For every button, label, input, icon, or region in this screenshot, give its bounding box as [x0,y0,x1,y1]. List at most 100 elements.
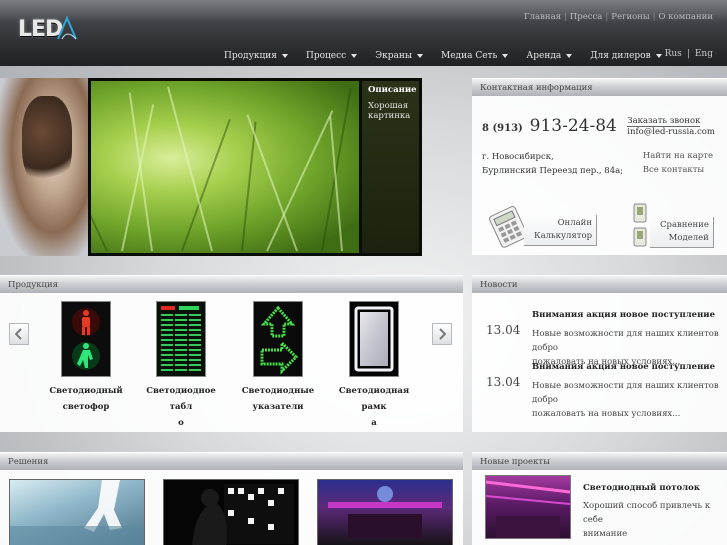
nav-item-media-network[interactable]: Медиа Сеть [441,51,509,61]
product-name-line: светофор [62,402,110,412]
news-title-link[interactable]: Внимания акция новое поступление [532,310,715,320]
nav-label: Для дилеров [590,51,651,61]
hero-caption-title: Описание [368,85,417,95]
address-line: Бурлинский Переезд пер., 84а; [482,166,624,176]
contact-links: Заказать звонок info@led-russia.com [627,116,715,138]
product-card-frame[interactable]: Светодиодная рамк а [331,301,417,431]
nav-item-rent[interactable]: Аренда [526,51,573,61]
contact-panel-title: Контактная информация [480,83,593,93]
logo[interactable]: LED [18,14,78,44]
solution-image-club[interactable] [317,479,453,545]
products-panel: Светодиодный светофор Светодиодное табл … [0,293,463,432]
nav-label: Аренда [526,51,562,61]
divider: | [652,12,656,22]
side-photo [0,78,88,256]
news-date: 13.04 [486,375,521,389]
hero-image [91,81,359,253]
top-link-about[interactable]: О компании [659,12,713,22]
solutions-panel-title: Решения [8,457,49,467]
map-link[interactable]: Найти на карте [643,149,713,163]
language-switcher: Rus | Eng [665,49,713,59]
hero-slider[interactable]: Описание Хорошая картинка [88,78,422,256]
lang-en-link[interactable]: Eng [695,49,713,59]
top-link-regions[interactable]: Регионы [611,12,649,22]
contact-panel: 8 (913) 913-24-84 Заказать звонок info@l… [472,96,727,255]
chevron-down-icon [417,54,424,58]
projects-panel-title: Новые проекты [480,457,550,467]
nav-item-dealers[interactable]: Для дилеров [590,51,662,61]
order-call-link[interactable]: Заказать звонок [627,116,701,127]
hero-caption-text: Хорошая картинка [368,101,411,121]
project-text-line: внимание [583,529,628,539]
logo-swoosh-icon [57,15,78,40]
led-frame-image [349,301,399,377]
all-contacts-link[interactable]: Все контакты [643,163,713,177]
chevron-down-icon [281,54,288,58]
news-panel-title: Новости [480,280,518,290]
divider: | [605,12,609,22]
project-text: Хороший способ привлечь к себе внимание [583,499,727,541]
nav-item-screens[interactable]: Экраны [375,51,424,61]
product-card-signs[interactable]: Светодиодные указатели [235,301,321,415]
calculator-widget[interactable]: Онлайн Калькулятор [486,204,598,248]
traffic-light-image [61,301,111,377]
hero-caption: Описание Хорошая картинка [362,81,419,253]
chevron-right-icon [439,328,446,340]
top-links: Главная | Пресса | Регионы | О компании [524,12,713,22]
compare-label-line: Сравнение [660,220,709,230]
nav-item-products[interactable]: Продукция [224,51,288,61]
chevron-down-icon [502,54,509,58]
phone-code: 8 (913) [482,123,523,134]
project-image-ceiling[interactable] [485,475,571,539]
news-title-link[interactable]: Внимания акция новое поступление [532,362,715,372]
calculator-label-line: Онлайн [557,218,593,228]
news-text-line: Новые возможности для наших клиентов доб… [532,329,719,353]
compare-devices-icon [633,203,647,247]
email-link[interactable]: info@led-russia.com [627,127,715,137]
nav-label: Процесс [305,51,347,61]
news-date: 13.04 [486,323,521,337]
product-name: Светодиодный светофор [43,383,129,415]
top-link-home[interactable]: Главная [524,12,561,22]
project-title-link[interactable]: Светодиодный потолок [583,483,700,493]
product-name-line: Светодиодное табл [146,386,216,412]
news-text: Новые возможности для наших клиентов доб… [532,379,722,421]
top-link-press[interactable]: Пресса [570,12,602,22]
divider: | [686,49,690,59]
carousel-next-button[interactable] [432,323,452,345]
compare-label: Сравнение Моделей [650,217,714,248]
news-panel: 13.04 Внимания акция новое поступление Н… [472,293,727,432]
phone-number: 913-24-84 [529,116,617,136]
led-board-image [156,301,206,377]
product-name: Светодиодная рамк а [331,383,417,431]
news-text-line: Новые возможности для наших клиентов доб… [532,381,719,405]
news-text-line: пожаловать на новых условиях... [532,409,681,419]
compare-widget[interactable]: Сравнение Моделей [630,202,714,248]
products-panel-title: Продукция [8,280,59,290]
product-name: Светодиодное табл о [138,383,224,431]
solution-image-screen[interactable] [163,479,299,545]
main-nav: Продукция Процесс Экраны Медиа Сеть Арен… [224,51,680,61]
contact-secondary-links: Найти на карте Все контакты [643,149,713,177]
product-name-line: о [178,418,184,428]
contact-phone: 8 (913) 913-24-84 [482,116,617,136]
chevron-down-icon [351,54,358,58]
solution-image-floor[interactable] [9,479,145,545]
product-name-line: Светодиодная рамк [338,386,410,412]
carousel-prev-button[interactable] [9,323,29,345]
contact-panel-header: Контактная информация [472,78,727,96]
lang-ru-link[interactable]: Rus [665,49,682,59]
news-panel-header: Новости [472,275,727,293]
nav-label: Экраны [375,51,413,61]
header: LED Главная | Пресса | Регионы | О компа… [0,0,727,66]
product-name-line: указатели [252,402,304,412]
nav-label: Продукция [224,51,277,61]
product-card-led-board[interactable]: Светодиодное табл о [138,301,224,431]
nav-label: Медиа Сеть [441,51,498,61]
nav-item-process[interactable]: Процесс [305,51,358,61]
contact-address: г. Новосибирск, Бурлинский Переезд пер.,… [482,150,623,178]
chevron-down-icon [655,54,662,58]
projects-panel-header: Новые проекты [472,452,727,470]
product-card-traffic-light[interactable]: Светодиодный светофор [43,301,129,415]
solutions-panel-header: Решения [0,452,463,470]
